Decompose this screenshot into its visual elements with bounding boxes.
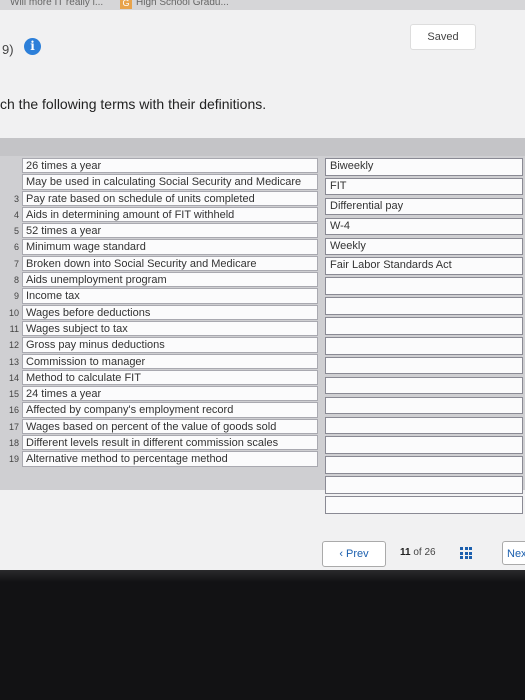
- answer-slot[interactable]: [325, 396, 523, 415]
- answer-slot[interactable]: [325, 337, 523, 355]
- grid-icon[interactable]: [460, 547, 472, 559]
- term-number: 17: [8, 421, 19, 432]
- screen-bezel: [0, 570, 525, 700]
- term-row: 15 24 times a year: [0, 386, 318, 402]
- browser-tab[interactable]: Will more IT really i...: [10, 0, 103, 8]
- question-number: 9): [2, 42, 14, 57]
- next-button[interactable]: Next: [502, 541, 525, 565]
- total-pages: 26: [424, 547, 436, 558]
- pagination: ‹ Prev 11 of 26 Next: [322, 541, 525, 567]
- term-row: 11 Wages subject to tax: [0, 320, 318, 337]
- answer-slot[interactable]: [325, 476, 523, 494]
- term-row: 14 Method to calculate FIT: [0, 369, 318, 386]
- term-row: 3 Pay rate based on schedule of units com…: [0, 190, 318, 207]
- term-number: 5: [13, 226, 19, 237]
- g-logo-icon: G: [120, 0, 132, 9]
- term-text: Wages subject to tax: [22, 320, 318, 337]
- terms-list: 26 times a year May be used in calculatin…: [0, 158, 318, 468]
- saved-status: Saved: [410, 24, 476, 50]
- answer-slot[interactable]: [325, 356, 523, 375]
- term-text: Aids unemployment program: [22, 272, 318, 288]
- term-text: Minimum wage standard: [22, 239, 318, 255]
- prev-label: Prev: [346, 548, 369, 560]
- info-icon[interactable]: i: [24, 38, 41, 55]
- term-number: 13: [8, 356, 19, 367]
- chevron-left-icon: ‹: [339, 548, 343, 560]
- browser-tab[interactable]: G High School Gradu...: [120, 0, 229, 9]
- answer-slot[interactable]: [325, 277, 523, 295]
- term-number: 18: [8, 438, 19, 449]
- term-number: 19: [8, 454, 19, 465]
- term-number: 8: [13, 275, 19, 286]
- term-text: Aids in determining amount of FIT withhe…: [22, 206, 318, 223]
- term-number: 4: [13, 209, 19, 220]
- term-row: 19 Alternative method to percentage metho…: [0, 451, 318, 467]
- answer-slot[interactable]: Biweekly: [325, 158, 523, 176]
- term-text: Income tax: [22, 288, 318, 304]
- answer-slot[interactable]: [325, 436, 523, 454]
- term-text: Wages based on percent of the value of g…: [22, 418, 318, 435]
- term-row: 16 Affected by company's employment recor…: [0, 402, 318, 418]
- term-row: 4 Aids in determining amount of FIT withh…: [0, 206, 318, 223]
- term-row: 5 52 times a year: [0, 223, 318, 239]
- term-text: 26 times a year: [22, 158, 318, 174]
- term-row: 12 Gross pay minus deductions: [0, 337, 318, 353]
- term-number: 14: [8, 372, 19, 383]
- term-number: 15: [8, 389, 19, 400]
- prev-button[interactable]: ‹ Prev: [322, 541, 386, 567]
- answer-slot[interactable]: [325, 456, 523, 474]
- term-text: 52 times a year: [22, 223, 318, 239]
- term-number: 3: [13, 193, 19, 204]
- term-row: 26 times a year: [0, 158, 318, 174]
- term-row: 6 Minimum wage standard: [0, 239, 318, 255]
- matching-grid-header: [0, 138, 525, 156]
- term-row: May be used in calculating Social Securi…: [0, 174, 318, 190]
- term-row: 7 Broken down into Social Security and Me…: [0, 255, 318, 272]
- answer-slot[interactable]: [325, 416, 523, 435]
- term-text: Alternative method to percentage method: [22, 451, 318, 467]
- question-instructions: ch the following terms with their defini…: [0, 96, 267, 112]
- of-label: of: [413, 547, 422, 558]
- term-row: 9 Income tax: [0, 288, 318, 304]
- answer-slot[interactable]: Fair Labor Standards Act: [325, 257, 523, 275]
- term-text: 24 times a year: [22, 386, 318, 402]
- browser-tab-label: High School Gradu...: [136, 0, 229, 8]
- term-text: Different levels result in different com…: [22, 435, 318, 451]
- term-number: 16: [8, 405, 19, 416]
- term-text: May be used in calculating Social Securi…: [22, 174, 318, 190]
- page-indicator: 11 of 26: [400, 547, 436, 558]
- answer-slot[interactable]: Differential pay: [325, 197, 523, 216]
- term-text: Method to calculate FIT: [22, 369, 318, 386]
- term-text: Wages before deductions: [22, 304, 318, 320]
- term-number: 12: [8, 340, 19, 351]
- answer-slot[interactable]: W-4: [325, 217, 523, 236]
- term-number: 7: [13, 258, 19, 269]
- term-number: [0, 158, 22, 174]
- answer-slot[interactable]: [325, 496, 523, 514]
- next-label: Next: [507, 548, 525, 560]
- term-number: 10: [8, 307, 19, 318]
- term-text: Broken down into Social Security and Med…: [22, 255, 318, 272]
- answer-slot[interactable]: Weekly: [325, 237, 523, 256]
- term-row: 13 Commission to manager: [0, 353, 318, 370]
- answer-slot[interactable]: [325, 376, 523, 395]
- term-number: 6: [13, 242, 19, 253]
- term-text: Affected by company's employment record: [22, 402, 318, 418]
- answers-list: Biweekly FIT Differential pay W-4 Weekly Fair…: [325, 158, 523, 516]
- term-text: Gross pay minus deductions: [22, 337, 318, 353]
- term-number: 9: [13, 291, 19, 302]
- answer-slot[interactable]: FIT: [325, 177, 523, 196]
- current-page: 11: [400, 547, 411, 558]
- term-row: 8 Aids unemployment program: [0, 272, 318, 288]
- term-text: Pay rate based on schedule of units comp…: [22, 190, 318, 206]
- browser-tab-strip: Will more IT really i... G High School Gr…: [0, 0, 525, 10]
- term-row: 10 Wages before deductions: [0, 304, 318, 321]
- term-text: Commission to manager: [22, 353, 318, 369]
- answer-slot[interactable]: [325, 297, 523, 315]
- term-row: 18 Different levels result in different c…: [0, 435, 318, 451]
- term-row: 17 Wages based on percent of the value of…: [0, 418, 318, 435]
- term-number: 11: [9, 323, 19, 334]
- answer-slot[interactable]: [325, 317, 523, 335]
- term-number: [0, 174, 22, 190]
